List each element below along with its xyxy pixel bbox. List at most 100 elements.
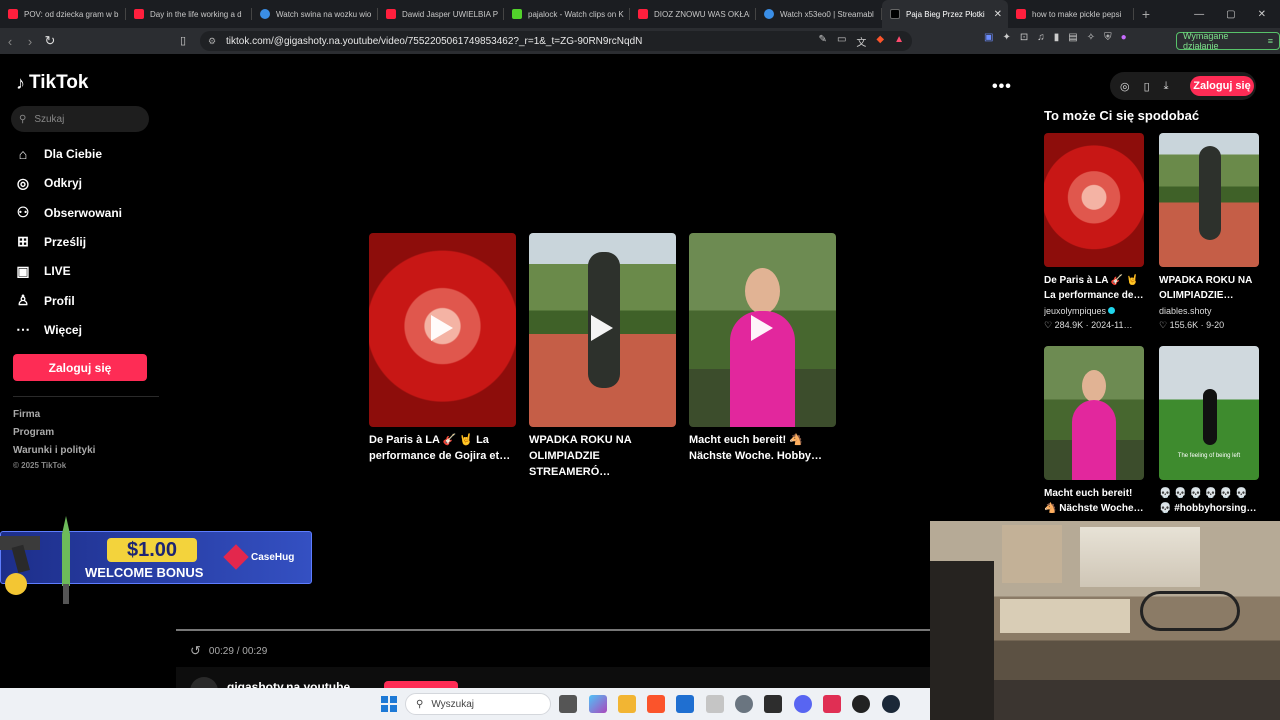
recommended-title-4a[interactable]: 💀 💀 💀 💀 💀 💀 bbox=[1159, 486, 1263, 501]
recommended-title-1a[interactable]: De Paris à LA 🎸 🤘 bbox=[1044, 273, 1148, 288]
leo-icon[interactable]: ✧ bbox=[1087, 32, 1095, 43]
video-card-title-2[interactable]: WPADKA ROKU NA OLIMPIADZIE STREAMERÓ… bbox=[529, 432, 677, 480]
recommended-title-4b[interactable]: 💀 #hobbyhorsing… bbox=[1159, 501, 1263, 516]
recommended-thumb-2[interactable] bbox=[1159, 133, 1259, 267]
recommended-thumb-1[interactable] bbox=[1044, 133, 1144, 267]
cast-icon[interactable]: ▭ bbox=[837, 34, 846, 49]
sidebar-item-label: LIVE bbox=[44, 264, 71, 279]
download-icon[interactable]: ⤓ bbox=[1164, 80, 1169, 93]
address-bar[interactable]: ⚙ tiktok.com/@gigashoty.na.youtube/video… bbox=[200, 31, 912, 51]
more-options-icon[interactable]: ••• bbox=[992, 78, 1012, 96]
coin-icon[interactable]: ◎ bbox=[1120, 80, 1130, 93]
tiktok-note-icon: ♪ bbox=[16, 72, 25, 93]
video-card-title-3[interactable]: Macht euch bereit! 🐴 Nächste Woche. Hobb… bbox=[689, 432, 837, 464]
author-name: jeuxolympiques bbox=[1044, 306, 1107, 316]
sidebar-item-obserwowani[interactable]: ⚇ Obserwowani bbox=[14, 202, 154, 224]
recommended-title-3b[interactable]: 🐴 Nächste Woche… bbox=[1044, 501, 1148, 516]
video-card-2[interactable] bbox=[529, 233, 676, 427]
browser-tab-1[interactable]: POV: od dziecka gram w b bbox=[0, 0, 126, 28]
settings-gear-icon[interactable] bbox=[735, 695, 753, 713]
footer-link-company[interactable]: Firma bbox=[13, 409, 40, 420]
rewards-icon[interactable]: ▲ bbox=[894, 34, 904, 49]
extension-icon[interactable]: ▣ bbox=[984, 32, 993, 43]
recommended-title-2b[interactable]: OLIMPIADZIE… bbox=[1159, 288, 1263, 303]
recommended-author-1[interactable]: jeuxolympiques bbox=[1044, 306, 1148, 316]
wallet-icon[interactable]: ▤ bbox=[1068, 32, 1077, 43]
browser-tab-4[interactable]: Dawid Jasper UWIELBIA P bbox=[378, 0, 504, 28]
recommended-thumb-3[interactable] bbox=[1044, 346, 1144, 480]
translate-icon[interactable]: 文 bbox=[856, 34, 866, 49]
browser-tab-6[interactable]: DIOZ ZNOWU WAS OKŁAM bbox=[630, 0, 756, 28]
home-icon: ⌂ bbox=[18, 146, 28, 162]
forward-icon[interactable]: › bbox=[20, 34, 40, 49]
taskbar-search[interactable]: ⚲ Wyszukaj bbox=[405, 693, 551, 715]
person-shirt bbox=[1072, 399, 1116, 480]
screenshot-icon[interactable]: ⊡ bbox=[1020, 32, 1028, 43]
video-card-3[interactable] bbox=[689, 233, 836, 427]
copyright: © 2025 TikTok bbox=[13, 461, 67, 470]
sidebar-login-button[interactable]: Zaloguj się bbox=[13, 354, 147, 381]
device-icon[interactable]: ▯ bbox=[1144, 80, 1150, 93]
action-required-button[interactable]: Wymagane działanie ≡ bbox=[1176, 31, 1280, 51]
close-tab-icon[interactable]: ✕ bbox=[994, 9, 1002, 20]
url-text: tiktok.com/@gigashoty.na.youtube/video/7… bbox=[226, 35, 643, 47]
new-tab-icon[interactable]: + bbox=[1134, 6, 1158, 22]
copilot-icon[interactable] bbox=[589, 695, 607, 713]
windows-start-icon[interactable] bbox=[381, 696, 397, 712]
sidebar-item-więcej[interactable]: ⋯ Więcej bbox=[14, 319, 154, 341]
sidebar-item-odkryj[interactable]: ◎ Odkryj bbox=[14, 172, 154, 194]
top-login-button[interactable]: Zaloguj się bbox=[1190, 76, 1254, 96]
recommended-title-2a[interactable]: WPADKA ROKU NA bbox=[1159, 273, 1263, 288]
obs-icon[interactable] bbox=[852, 695, 870, 713]
recommended-thumb-4[interactable]: The feeling of being left bbox=[1159, 346, 1259, 480]
browser-tab-2[interactable]: Day in the life working a d bbox=[126, 0, 252, 28]
video-progress-bar[interactable] bbox=[176, 629, 930, 631]
browser-tab-9[interactable]: how to make pickle pepsi bbox=[1008, 0, 1134, 28]
replay-icon[interactable]: ↺ bbox=[190, 643, 201, 659]
store-icon[interactable] bbox=[676, 695, 694, 713]
file-explorer-icon[interactable] bbox=[618, 695, 636, 713]
footer-link-program[interactable]: Program bbox=[13, 427, 54, 438]
vpn-icon[interactable]: ⛨ bbox=[1104, 32, 1112, 43]
minimize-icon[interactable]: — bbox=[1194, 9, 1204, 20]
browser-tab-3[interactable]: Watch swina na wozku wio bbox=[252, 0, 378, 28]
recommended-author-2[interactable]: diables.shoty bbox=[1159, 306, 1263, 316]
heart-icon: ♡ bbox=[1159, 320, 1170, 330]
sidebar-item-profil[interactable]: ♙ Profil bbox=[14, 290, 154, 312]
sidebar-item-live[interactable]: ▣ LIVE bbox=[14, 260, 154, 282]
brave-active-icon[interactable] bbox=[823, 695, 841, 713]
bookmark-icon[interactable]: ▯ bbox=[180, 34, 186, 47]
app-icon[interactable] bbox=[706, 695, 724, 713]
browser-tab-7[interactable]: Watch x53eo0 | Streamabl bbox=[756, 0, 882, 28]
gaming-chair bbox=[930, 561, 994, 720]
read-mode-icon[interactable]: ✎ bbox=[819, 34, 827, 49]
terminal-icon[interactable] bbox=[764, 695, 782, 713]
puzzle-icon[interactable]: ✦ bbox=[1002, 32, 1010, 43]
recommended-title-1b[interactable]: La performance de… bbox=[1044, 288, 1148, 303]
video-card-title-1[interactable]: De Paris à LA 🎸 🤘 La performance de Goji… bbox=[369, 432, 517, 464]
close-window-icon[interactable]: ✕ bbox=[1258, 9, 1266, 20]
browser-tab-8[interactable]: Paja Bieg Przez Płotki ✕ bbox=[882, 0, 1008, 28]
music-icon[interactable]: ♫ bbox=[1037, 32, 1045, 43]
video-card-1[interactable] bbox=[369, 233, 516, 427]
maximize-icon[interactable]: ▢ bbox=[1226, 9, 1235, 20]
brave-shield-icon[interactable]: ◆ bbox=[876, 34, 884, 49]
recommended-title-3a[interactable]: Macht euch bereit! bbox=[1044, 486, 1148, 501]
browser-tab-5[interactable]: pajalock - Watch clips on K bbox=[504, 0, 630, 28]
search-input[interactable]: ⚲ Szukaj bbox=[11, 106, 149, 132]
footer-link-terms[interactable]: Warunki i polityki bbox=[13, 445, 95, 456]
tiktok-logo[interactable]: ♪ TikTok bbox=[16, 72, 88, 94]
back-icon[interactable]: ‹ bbox=[0, 34, 20, 49]
discord-icon[interactable] bbox=[794, 695, 812, 713]
site-settings-icon[interactable]: ⚙ bbox=[208, 36, 216, 47]
sidebar-icon[interactable]: ▮ bbox=[1054, 32, 1060, 43]
sidebar-item-prześlij[interactable]: ⊞ Prześlij bbox=[14, 231, 154, 253]
profile-avatar-icon[interactable]: ● bbox=[1121, 32, 1127, 43]
reload-icon[interactable]: ↻ bbox=[40, 33, 60, 49]
brave-browser-icon[interactable] bbox=[647, 695, 665, 713]
task-view-icon[interactable] bbox=[559, 695, 577, 713]
sidebar-item-dla-ciebie[interactable]: ⌂ Dla Ciebie bbox=[14, 143, 154, 165]
steam-icon[interactable] bbox=[882, 695, 900, 713]
logo-text: TikTok bbox=[29, 72, 89, 93]
following-icon: ⚇ bbox=[16, 204, 30, 221]
